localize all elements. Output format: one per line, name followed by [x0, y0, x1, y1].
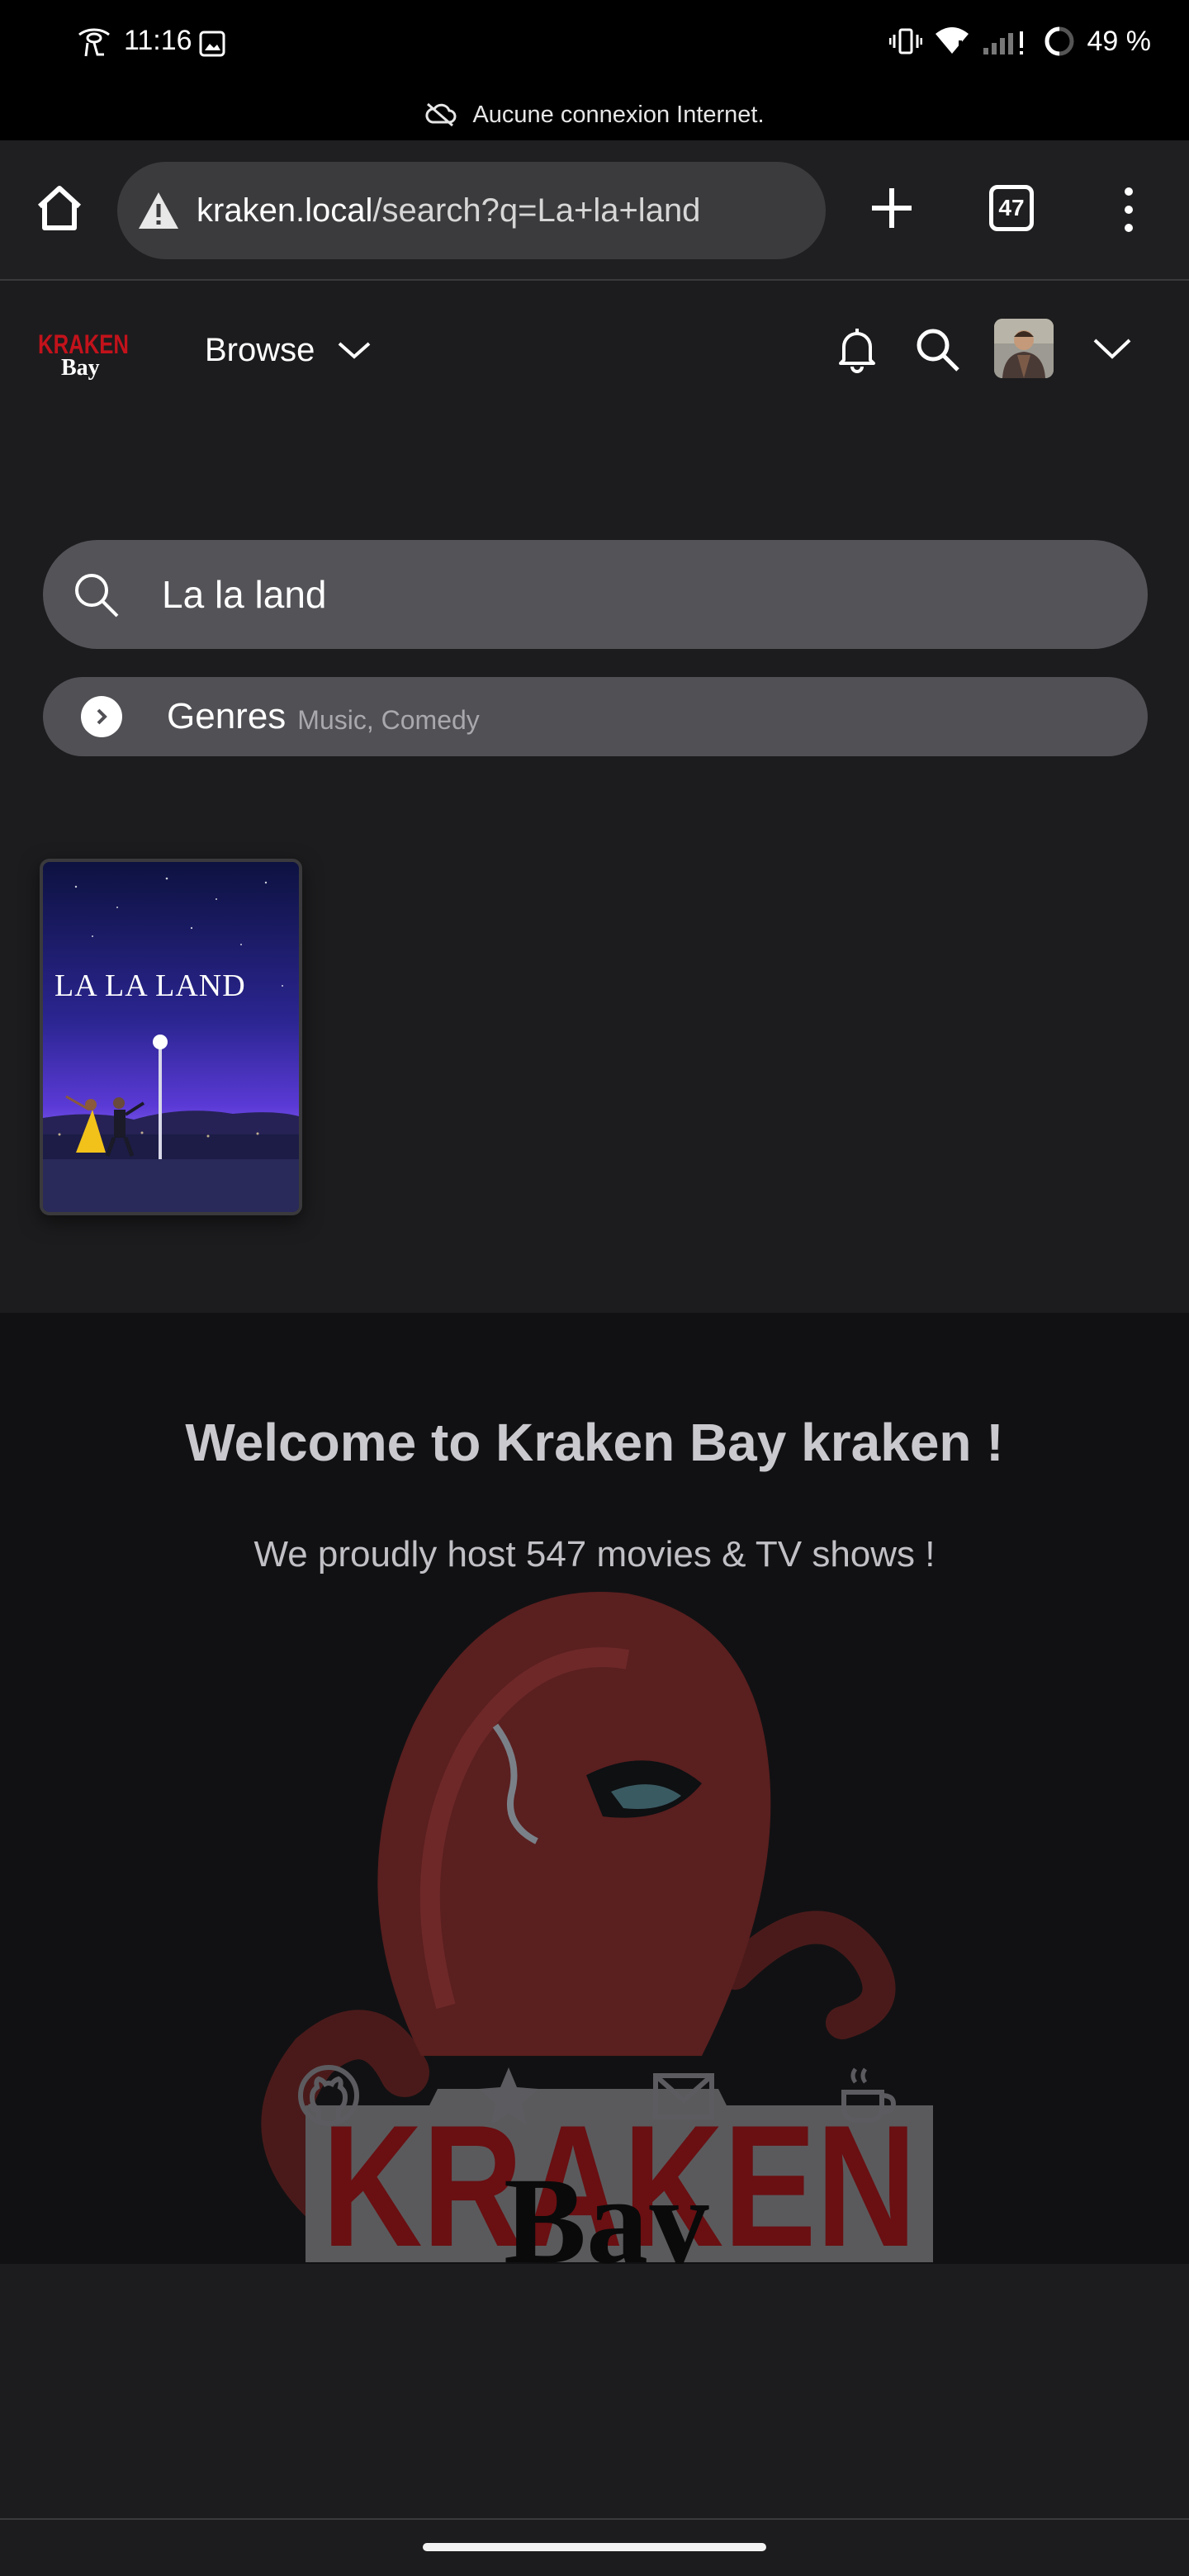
- search-icon[interactable]: [913, 325, 961, 373]
- image-icon: [199, 31, 225, 57]
- app-header: KRAKEN Bay Browse: [0, 281, 1189, 413]
- clock: 11:16: [124, 25, 192, 56]
- offline-banner: Aucune connexion Internet.: [0, 89, 1189, 140]
- chevron-down-icon: [339, 342, 371, 359]
- signal-icon: [983, 31, 1023, 54]
- mail-icon[interactable]: [651, 2062, 717, 2129]
- tabs-button[interactable]: 47: [989, 185, 1034, 231]
- search-icon: [75, 574, 119, 618]
- divider: [0, 2518, 1189, 2520]
- kraken-bay-logo[interactable]: KRAKEN Bay: [36, 322, 132, 380]
- url-text[interactable]: kraken.local/search?q=La+la+land: [197, 192, 700, 230]
- search-field[interactable]: [43, 540, 1148, 649]
- github-icon[interactable]: [296, 2062, 362, 2129]
- status-bar: 11:16 49 %: [0, 0, 1189, 89]
- kebab-menu-icon[interactable]: [1116, 183, 1141, 236]
- browse-label: Browse: [205, 331, 315, 368]
- status-right: 49 %: [888, 25, 1152, 58]
- battery-ring-icon: [1045, 26, 1073, 56]
- svg-text:Bay: Bay: [61, 355, 100, 380]
- poster-artwork: [43, 862, 299, 1212]
- movie-poster[interactable]: LA LA LAND: [40, 859, 302, 1215]
- chevron-right-icon[interactable]: [81, 696, 122, 737]
- tab-count: 47: [998, 195, 1025, 220]
- vibrate-icon: [888, 28, 922, 54]
- battery-level: 49 %: [1087, 25, 1152, 57]
- search-input[interactable]: [160, 561, 1068, 627]
- coffee-icon[interactable]: [834, 2062, 900, 2129]
- footer: KRAKEN Bay Welcome to Kraken Bay kraken …: [0, 1313, 1189, 2264]
- offline-text: Aucune connexion Internet.: [472, 101, 765, 128]
- poster-title: LA LA LAND: [54, 968, 246, 1003]
- gesture-nav-handle[interactable]: [423, 2543, 766, 2551]
- plus-icon[interactable]: [867, 183, 917, 233]
- url-path: /search?q=La+la+land: [372, 192, 701, 229]
- url-host: kraken.local: [197, 192, 373, 229]
- svg-text:Bay: Bay: [504, 2152, 710, 2264]
- avatar[interactable]: [994, 319, 1054, 378]
- bell-icon[interactable]: [834, 325, 880, 375]
- warning-icon[interactable]: [135, 187, 182, 234]
- browser-toolbar: kraken.local/search?q=La+la+land 47: [0, 140, 1189, 281]
- footer-links: [0, 2062, 1189, 2137]
- genre-filter[interactable]: Genres Music, Comedy: [43, 677, 1148, 756]
- eye-icon: [78, 28, 110, 57]
- genre-values: Music, Comedy: [297, 704, 480, 735]
- url-bar[interactable]: kraken.local/search?q=La+la+land: [117, 162, 826, 259]
- genre-label: Genres: [167, 696, 287, 736]
- welcome-heading: Welcome to Kraken Bay kraken !: [185, 1413, 1004, 1472]
- browse-menu[interactable]: Browse: [205, 324, 372, 376]
- cloud-off-icon: [425, 102, 457, 127]
- wifi-icon: [935, 27, 969, 54]
- star-icon[interactable]: [476, 2062, 542, 2129]
- home-icon[interactable]: [33, 182, 86, 234]
- user-menu-chevron-icon[interactable]: [1092, 332, 1133, 365]
- hosting-count: We proudly host 547 movies & TV shows !: [253, 1534, 936, 1574]
